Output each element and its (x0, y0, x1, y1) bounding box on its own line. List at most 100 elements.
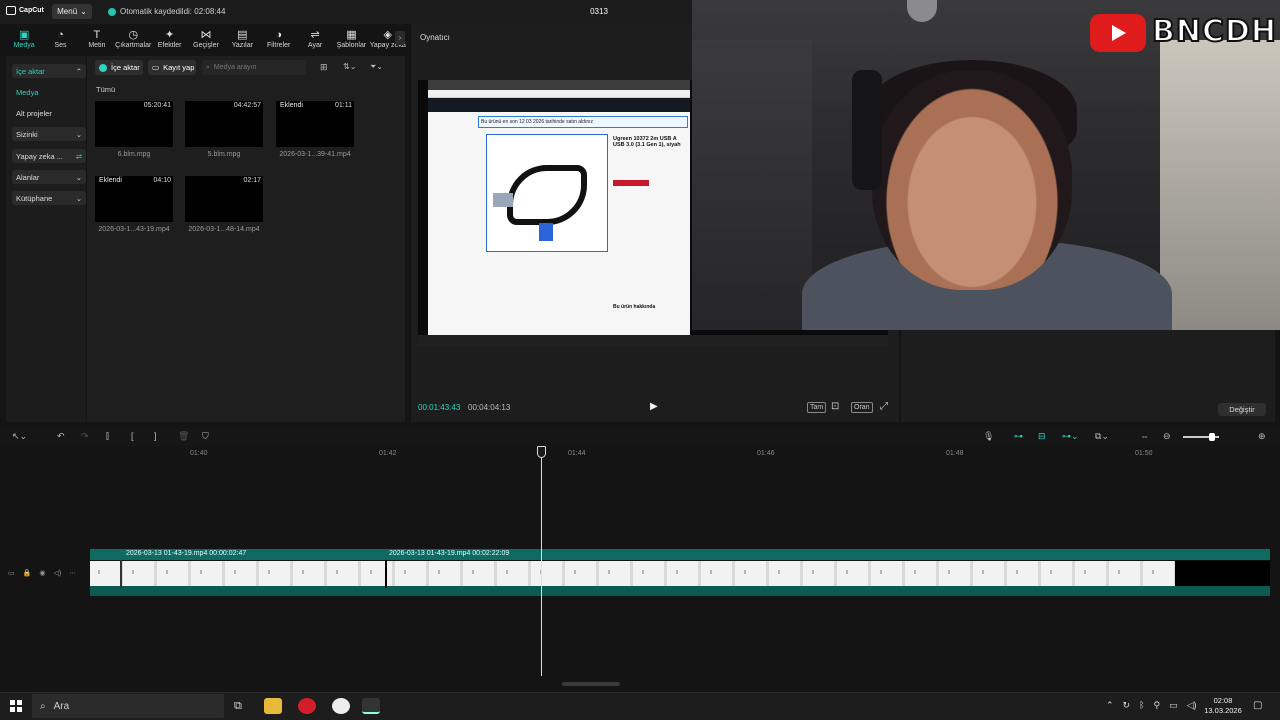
network-icon[interactable]: ▭ (1169, 700, 1178, 711)
menu-button[interactable]: Menü ⌄ (52, 4, 92, 19)
obs-icon[interactable] (332, 698, 350, 714)
sidebar-item-5[interactable]: Alanlar ⌄ (12, 170, 86, 184)
tab-sticker[interactable]: ◷ Çıkartmalar (115, 24, 151, 54)
tab-media[interactable]: ▣ Medya (6, 24, 42, 54)
task-view-icon[interactable]: ⧉ (234, 700, 242, 713)
clip-thumbnail: Eklendi 01:11 (276, 101, 354, 147)
video-clip-blank[interactable] (1175, 561, 1270, 586)
more-icon[interactable]: ⋯ (69, 569, 76, 577)
fit-icon[interactable]: ⇔ (1140, 431, 1149, 441)
timeline-ruler[interactable] (90, 446, 1280, 462)
undo-icon[interactable]: ↶ (57, 431, 65, 442)
track-header: ▭ 🔒 ◉ ◁) ⋯ (8, 566, 88, 580)
clock-date: 13.03.2026 (1204, 706, 1242, 715)
video-clip-thumbnails[interactable] (90, 561, 1175, 586)
media-clip[interactable]: Eklendi 01:11 2026-03-1...39-41.mp4 (276, 101, 354, 158)
media-clip[interactable]: 05:20:41 6.blm.mpg (95, 101, 173, 158)
link-icon[interactable]: ⊶ (1014, 431, 1023, 442)
grid-view-icon[interactable]: ⊞ (320, 62, 328, 73)
chevron-up-icon[interactable]: ⌃ (1106, 700, 1114, 711)
tab-effects[interactable]: ✦ Efektler (151, 24, 187, 54)
shield-icon[interactable]: ⛉ (202, 431, 209, 442)
clip-thumbnail: Eklendi 04:10 (95, 176, 173, 222)
clock-time: 02:08 (1213, 696, 1233, 705)
preview-axis-icon[interactable]: ⊟ (1038, 431, 1046, 442)
filters-icon: ◑ (275, 28, 283, 41)
notification-icon[interactable]: ▢ (1253, 700, 1262, 711)
lock-icon[interactable]: 🔒 (23, 569, 32, 577)
zoom-in-icon[interactable]: ⊕ (1258, 431, 1266, 442)
split-icon[interactable]: ⫿ (106, 431, 109, 442)
tab-label: Ayar (307, 41, 323, 49)
capcut-taskbar-icon[interactable] (362, 698, 380, 714)
ruler-tick-label: 01:42 (379, 450, 397, 457)
media-clip[interactable]: Eklendi 04:10 2026-03-1...43-19.mp4 (95, 176, 173, 233)
delete-icon[interactable]: 🗑 (178, 431, 189, 442)
snapshot-icon[interactable]: ⊡ (831, 401, 839, 412)
zoom-out-icon[interactable]: ⊖ (1163, 431, 1171, 442)
trim-left-icon[interactable]: [ (131, 431, 134, 441)
cover-icon[interactable]: ▭ (8, 569, 15, 577)
tab-audio[interactable]: ◔ Ses (42, 24, 78, 54)
clip-header-bar[interactable] (90, 549, 1270, 560)
sort-icon[interactable]: ⇅⌄ (343, 62, 356, 71)
clip-name: 2026-03-1...43-19.mp4 (98, 226, 170, 233)
trim-right-icon[interactable]: ] (154, 431, 157, 441)
usb-icon[interactable]: ⚲ (1154, 700, 1161, 711)
capcut-logo-icon (6, 6, 16, 15)
playhead-line[interactable] (541, 458, 542, 676)
plus-circle-icon (99, 63, 107, 72)
fullscreen-label-button[interactable]: Tam (807, 402, 827, 413)
record-button[interactable]: ▭ Kayıt yap (148, 60, 196, 75)
taskbar-search[interactable]: ⌕ Ara (32, 694, 224, 718)
timeline-scrollbar[interactable] (562, 682, 620, 686)
sidebar-item-3[interactable]: Sizinki ⌄ (12, 127, 86, 141)
clip-boundary (385, 560, 387, 588)
menu-label: Menü (57, 7, 78, 16)
eye-icon[interactable]: ◉ (39, 569, 45, 577)
more-tools-button[interactable]: › (395, 31, 405, 45)
media-clip[interactable]: 04:42:57 5.blm.mpg (185, 101, 263, 158)
zoom-slider-handle[interactable] (1209, 433, 1215, 441)
sidebar-item-6[interactable]: Kütüphane ⌄ (12, 191, 86, 205)
tab-transitions[interactable]: ⋈ Geçişler (188, 24, 224, 54)
sidebar-item-2[interactable]: Alt projeler (12, 106, 86, 120)
tab-adjust[interactable]: ⇌ Ayar (297, 24, 333, 54)
ruler-tick-label: 01:40 (190, 450, 208, 457)
redo-icon[interactable]: ↷ (81, 431, 89, 442)
sidebar-item-0[interactable]: İçe aktar ⌃ (12, 64, 86, 78)
bluetooth-icon[interactable]: ᛒ (1139, 700, 1144, 711)
sidebar-item-chevron-icon: ⇌ (75, 151, 82, 161)
playhead-handle[interactable] (537, 446, 546, 458)
expand-icon[interactable]: ⤢ (880, 401, 888, 412)
sidebar-item-1[interactable]: Medya (12, 85, 86, 99)
speaker-icon[interactable]: ◁) (53, 569, 61, 577)
taskbar-clock[interactable]: 02:08 13.03.2026 (1200, 696, 1246, 716)
file-explorer-icon[interactable] (264, 698, 282, 714)
ratio-button[interactable]: Oran (851, 402, 873, 413)
opera-icon[interactable] (298, 698, 316, 714)
tab-filters[interactable]: ◑ Filtreler (261, 24, 297, 54)
magnet-icon[interactable]: ⊶⌄ (1062, 431, 1079, 442)
filter-icon[interactable]: ⏷⌄ (370, 62, 383, 72)
tab-captions[interactable]: ▤ Yazılar (224, 24, 260, 54)
windows-start-icon[interactable] (10, 700, 22, 712)
sidebar-item-4[interactable]: Yapay zeka ... ⇌ (12, 149, 86, 163)
volume-icon[interactable]: ◁) (1187, 700, 1197, 711)
tab-label: Şablonlar (336, 41, 367, 49)
microphone-icon[interactable]: 🎙 (983, 431, 994, 442)
layout-icon[interactable]: ⧉⌄ (1095, 431, 1109, 442)
import-button[interactable]: İçe aktar (95, 60, 143, 75)
play-icon[interactable]: ▶ (650, 401, 658, 412)
clip-duration: 02:17 (243, 177, 261, 184)
tab-text[interactable]: T Metin (79, 24, 115, 54)
tab-templates[interactable]: ▦ Şablonlar (333, 24, 369, 54)
media-clip[interactable]: 02:17 2026-03-1...48-14.mp4 (185, 176, 263, 233)
sync-icon[interactable]: ↻ (1123, 700, 1131, 711)
taskbar-search-label: Ara (53, 700, 70, 712)
audio-waveform[interactable] (90, 586, 1270, 596)
media-search-input[interactable]: ⌕ Medya arayın (202, 60, 306, 75)
change-button[interactable]: Değiştir (1218, 403, 1266, 416)
select-tool-icon[interactable]: ↖⌄ (12, 431, 27, 442)
text-icon: T (93, 28, 101, 41)
